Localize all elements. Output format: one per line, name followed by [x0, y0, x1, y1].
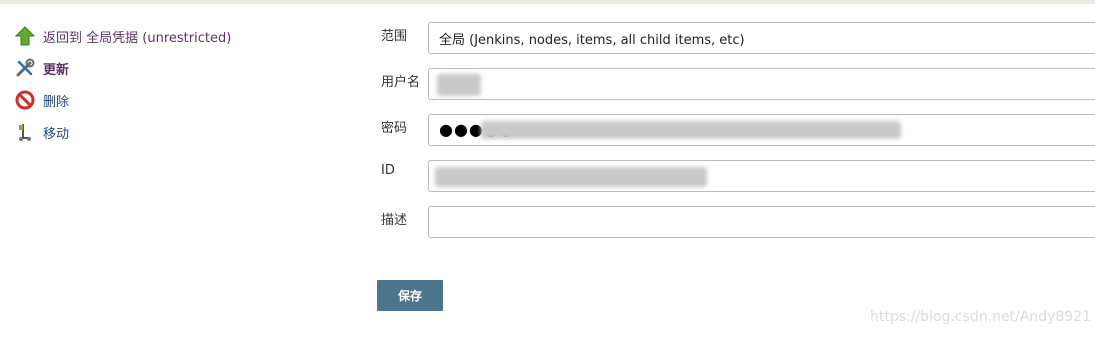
up-arrow-icon	[14, 25, 36, 47]
description-input[interactable]	[428, 206, 1095, 238]
id-row: ID	[381, 158, 1095, 204]
redacted-username	[437, 74, 481, 96]
redacted-id	[435, 167, 707, 187]
delete-link-label: 删除	[43, 94, 70, 110]
id-label: ID	[381, 163, 395, 178]
description-row: 描述	[381, 204, 1095, 250]
redacted-password	[481, 121, 901, 139]
no-entry-icon	[14, 89, 36, 111]
wrench-screwdriver-icon	[14, 57, 36, 79]
update-link-label: 更新	[43, 62, 70, 78]
back-to-credentials-link[interactable]: 返回到 全局凭据 (unrestricted)	[14, 20, 314, 52]
password-label: 密码	[381, 121, 408, 136]
watermark: https://blog.csdn.net/Andy8921	[870, 309, 1092, 325]
move-link[interactable]: 移动	[14, 116, 314, 148]
top-divider	[0, 0, 1095, 4]
move-link-label: 移动	[43, 126, 70, 142]
username-row: 用户名	[381, 66, 1095, 112]
username-input[interactable]	[428, 68, 1095, 100]
update-link[interactable]: 更新	[14, 52, 314, 84]
scope-select[interactable]: 全局 (Jenkins, nodes, items, all child ite…	[428, 22, 1095, 54]
scope-selected-value: 全局 (Jenkins, nodes, items, all child ite…	[439, 32, 745, 48]
scope-label: 范围	[381, 29, 408, 44]
username-label: 用户名	[381, 75, 421, 90]
mover-icon	[14, 121, 36, 143]
side-panel: 返回到 全局凭据 (unrestricted) 更新 删除 移动	[14, 20, 314, 148]
save-button[interactable]: 保存	[377, 280, 443, 311]
password-input[interactable]: ●●●●●	[428, 114, 1095, 146]
delete-link[interactable]: 删除	[14, 84, 314, 116]
password-row: 密码 ●●●●●	[381, 112, 1095, 158]
scope-row: 范围 全局 (Jenkins, nodes, items, all child …	[381, 20, 1095, 66]
credential-form: 范围 全局 (Jenkins, nodes, items, all child …	[381, 20, 1095, 250]
description-label: 描述	[381, 213, 408, 228]
id-input[interactable]	[428, 160, 1095, 192]
back-link-label: 返回到 全局凭据 (unrestricted)	[43, 30, 232, 46]
